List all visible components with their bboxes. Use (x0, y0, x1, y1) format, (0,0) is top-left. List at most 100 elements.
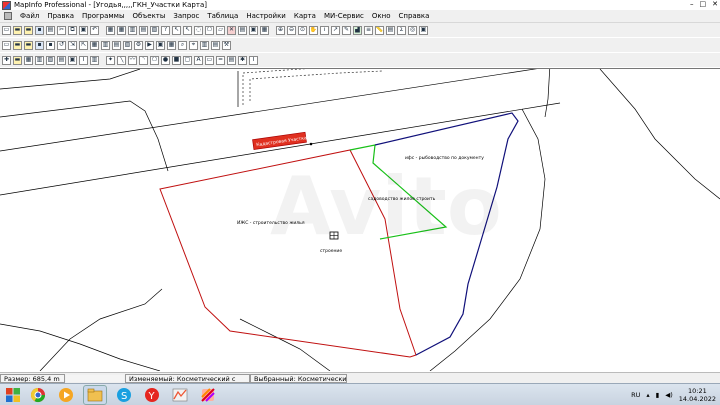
line-style-pick-icon[interactable]: ═ (216, 55, 225, 65)
save-table-icon[interactable]: ▪ (35, 40, 44, 50)
set-target-icon[interactable]: ◎ (408, 25, 417, 35)
menu-edit[interactable]: Правка (43, 12, 78, 20)
menu-options[interactable]: Настройки (242, 12, 290, 20)
maintenance-icon[interactable]: ⚒ (222, 40, 231, 50)
tool-manager-icon[interactable]: ⚙ (134, 40, 143, 50)
symbol-tool-icon[interactable]: ✚ (2, 55, 11, 65)
arc-icon[interactable]: ◝ (139, 55, 148, 65)
maximize-icon[interactable]: □ (700, 0, 707, 8)
copy-icon[interactable]: ⧉ (68, 25, 77, 35)
browser-icon[interactable]: ▥ (101, 40, 110, 50)
region-style-icon[interactable]: ▥ (90, 55, 99, 65)
boundary-select-icon[interactable]: ▱ (216, 25, 225, 35)
ellipse-icon[interactable]: ● (161, 55, 170, 65)
text-style-pick-icon[interactable]: T (249, 55, 258, 65)
legend-icon[interactable]: ▤ (386, 25, 395, 35)
open-icon[interactable]: ▬ (13, 25, 22, 35)
stats-icon[interactable]: Σ (397, 25, 406, 35)
line-style-icon[interactable]: ▤ (57, 55, 66, 65)
symbol-icon[interactable]: ✦ (106, 55, 115, 65)
update-column-icon[interactable]: ▥ (200, 40, 209, 50)
close-icon[interactable]: ✕ (712, 0, 718, 8)
menu-map[interactable]: Карта (290, 12, 320, 20)
find-icon[interactable]: ⌕ (178, 40, 187, 50)
chrome-icon[interactable] (27, 386, 49, 404)
document-window-icon[interactable] (4, 12, 12, 20)
menu-help[interactable]: Справка (395, 12, 434, 20)
menu-table[interactable]: Таблица (203, 12, 242, 20)
mapbasic-icon[interactable]: ▣ (156, 40, 165, 50)
close-table-icon[interactable]: ▬ (24, 40, 33, 50)
info-icon[interactable]: i (320, 25, 329, 35)
skype-icon[interactable]: S (113, 386, 135, 404)
zoom-out-icon[interactable]: ⊖ (287, 25, 296, 35)
workspace-icon[interactable]: ▧ (123, 40, 132, 50)
hotlink-icon[interactable]: ↗ (331, 25, 340, 35)
line-icon[interactable]: ╲ (117, 55, 126, 65)
polygon-select-icon[interactable]: ⬠ (205, 25, 214, 35)
undo-icon[interactable]: ↶ (90, 25, 99, 35)
layout-icon[interactable]: ▤ (112, 40, 121, 50)
redistrict-icon[interactable]: ▧ (150, 25, 159, 35)
folder-tool-icon[interactable]: ▬ (13, 55, 22, 65)
unselect-icon[interactable]: ✕ (227, 25, 236, 35)
open-table-icon[interactable]: ▬ (13, 40, 22, 50)
rectangle-icon[interactable]: ■ (172, 55, 181, 65)
polyline-icon[interactable]: 〰 (128, 55, 137, 65)
save-icon[interactable]: ▪ (35, 25, 44, 35)
paste-icon[interactable]: ▣ (79, 25, 88, 35)
text-icon[interactable]: A (194, 55, 203, 65)
run-program-icon[interactable]: ▶ (145, 40, 154, 50)
append-rows-icon[interactable]: ▤ (211, 40, 220, 50)
label-icon[interactable]: ✎ (342, 25, 351, 35)
revert-icon[interactable]: ↺ (57, 40, 66, 50)
volume-icon[interactable]: ◀) (665, 391, 673, 399)
paint-icon[interactable] (197, 386, 219, 404)
import-icon[interactable]: ⇲ (68, 40, 77, 50)
yandex-browser-icon[interactable]: Y (141, 386, 163, 404)
drag-map-icon[interactable]: ▟ (353, 25, 362, 35)
grabber-icon[interactable]: ✋ (309, 25, 318, 35)
add-node-icon[interactable]: ▥ (35, 55, 44, 65)
new-table-icon[interactable]: ▭ (2, 40, 11, 50)
cut-icon[interactable]: ✂ (57, 25, 66, 35)
radius-select-icon[interactable]: ◌ (194, 25, 203, 35)
new-layout-icon[interactable]: ▤ (139, 25, 148, 35)
help-icon[interactable]: ? (161, 25, 170, 35)
tray-arrow-icon[interactable]: ▴ (646, 391, 649, 399)
sql-icon[interactable]: ▦ (167, 40, 176, 50)
marquee-select-icon[interactable]: ↖ (183, 25, 192, 35)
fill-style-icon[interactable]: ▣ (68, 55, 77, 65)
ruler-icon[interactable]: 📏 (375, 25, 384, 35)
grid-icon[interactable]: ▦ (90, 40, 99, 50)
polygon-icon[interactable]: ⬠ (150, 55, 159, 65)
explorer-icon[interactable] (83, 384, 107, 405)
layer-control-icon[interactable]: ≡ (364, 25, 373, 35)
menu-objects[interactable]: Объекты (128, 12, 169, 20)
new-browser-icon[interactable]: ▦ (106, 25, 115, 35)
open-workspace-icon[interactable]: ▬ (24, 25, 33, 35)
invert-select-icon[interactable]: ▣ (249, 25, 258, 35)
media-player-icon[interactable] (55, 386, 77, 404)
new-icon[interactable]: ▭ (2, 25, 11, 35)
symbol-style-pick-icon[interactable]: ✱ (238, 55, 247, 65)
graph-select-icon[interactable]: ▤ (238, 25, 247, 35)
menu-programs[interactable]: Программы (78, 12, 129, 20)
change-view-icon[interactable]: ⊙ (298, 25, 307, 35)
reshape-icon[interactable]: ▦ (24, 55, 33, 65)
status-selected[interactable]: Выбранный: Косметический сло (250, 373, 347, 383)
frame-icon[interactable]: ▭ (205, 55, 214, 65)
menu-window[interactable]: Окно (368, 12, 395, 20)
style-icon[interactable]: ▧ (46, 55, 55, 65)
network-icon[interactable]: ▮ (656, 391, 660, 399)
save-copy-icon[interactable]: ▪ (46, 40, 55, 50)
status-editable[interactable]: Изменяемый: Косметический с (125, 373, 250, 383)
new-grapher-icon[interactable]: ▥ (128, 25, 137, 35)
new-mapper-icon[interactable]: ▦ (117, 25, 126, 35)
table-select-icon[interactable]: ▦ (260, 25, 269, 35)
menu-file[interactable]: Файл (16, 12, 43, 20)
select-arrow-icon[interactable]: ↖ (172, 25, 181, 35)
mapinfo-app-icon[interactable] (169, 386, 191, 404)
export-icon[interactable]: ⇱ (79, 40, 88, 50)
print-icon[interactable]: ▤ (46, 25, 55, 35)
